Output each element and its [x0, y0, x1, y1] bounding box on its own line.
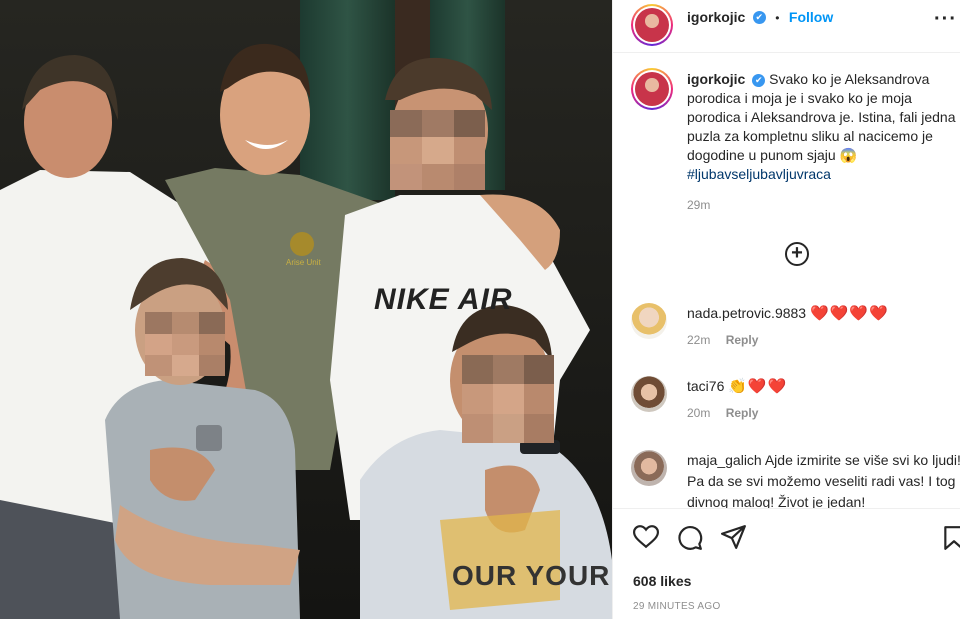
share-icon[interactable] — [721, 525, 747, 549]
post-caption: igorkojic ✔ Svako ko je Aleksandrova por… — [687, 70, 957, 215]
post-photo[interactable]: NIKE AIR OUR YOUR Arise Unit — [0, 0, 612, 619]
save-bookmark-icon[interactable] — [943, 525, 960, 551]
caption-time: 29m — [687, 198, 711, 212]
shirt-badge-text: Arise Unit — [286, 258, 321, 267]
blurred-face — [390, 110, 485, 190]
like-count[interactable]: 608 likes — [633, 573, 691, 589]
caption-username[interactable]: igorkojic — [687, 71, 745, 87]
verified-badge-icon: ✔ — [752, 73, 766, 87]
like-heart-icon[interactable] — [633, 525, 659, 549]
more-options-icon[interactable]: ··· — [934, 8, 957, 31]
photo-illustration — [0, 0, 612, 619]
caption-author-avatar[interactable] — [631, 68, 673, 110]
verified-badge-icon: ✔ — [752, 11, 766, 25]
load-more-comments-icon[interactable]: + — [785, 242, 809, 266]
post-actions: 608 likes 29 MINUTES AGO — [613, 508, 960, 619]
separator-dot: • — [775, 11, 780, 25]
kid-shirt-text: OUR YOUR — [452, 560, 611, 591]
reply-button[interactable]: Reply — [726, 406, 759, 420]
follow-button[interactable]: Follow — [789, 9, 833, 25]
comment-time: 20m — [687, 406, 711, 420]
post-sidebar: igorkojic ✔ • Follow ··· igorkojic ✔ Sva… — [612, 0, 960, 619]
commenter-avatar[interactable] — [631, 303, 667, 339]
author-avatar[interactable] — [631, 4, 673, 46]
reply-button[interactable]: Reply — [726, 333, 759, 347]
blurred-face — [145, 312, 225, 376]
comment-icon[interactable] — [677, 525, 703, 551]
comment-username[interactable]: nada.petrovic.9883 — [687, 305, 806, 321]
commenter-avatar[interactable] — [631, 450, 667, 486]
comment-text: ❤️❤️❤️❤️ — [809, 305, 889, 322]
comment-username[interactable]: maja_galich — [687, 452, 762, 468]
comment-text: 👏❤️❤️ — [728, 378, 788, 395]
comment-username[interactable]: taci76 — [687, 378, 724, 394]
post-timestamp: 29 MINUTES AGO — [633, 601, 721, 612]
caption-emoji: 😱 — [839, 147, 857, 163]
author-username[interactable]: igorkojic — [687, 9, 745, 25]
comment-time: 22m — [687, 333, 711, 347]
shirt-logo-text: NIKE AIR — [374, 283, 513, 316]
caption-hashtag[interactable]: #ljubavseljubavljuvraca — [687, 166, 831, 182]
commenter-avatar[interactable] — [631, 376, 667, 412]
blurred-face — [462, 355, 554, 443]
post-header: igorkojic ✔ • Follow ··· — [613, 0, 960, 53]
